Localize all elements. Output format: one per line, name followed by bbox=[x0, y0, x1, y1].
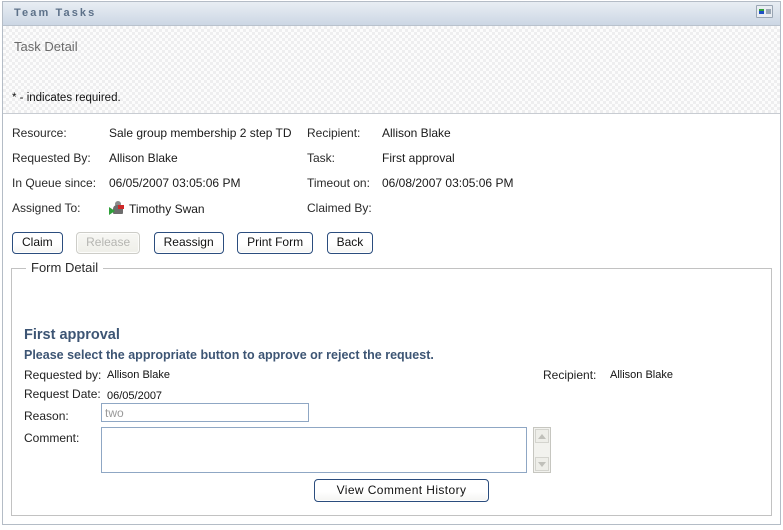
user-assigned-icon-arrow bbox=[109, 207, 115, 215]
requested-by-label: Requested By: bbox=[12, 151, 91, 165]
task-detail-grid: Resource: Sale group membership 2 step T… bbox=[3, 114, 780, 230]
history-button-row: View Comment History bbox=[12, 479, 771, 502]
recipient-label: Recipient: bbox=[307, 126, 360, 140]
task-action-bar: Claim Release Reassign Print Form Back bbox=[3, 230, 780, 262]
scroll-up-arrow-icon[interactable] bbox=[535, 429, 549, 443]
restore-window-icon[interactable] bbox=[756, 5, 773, 18]
assigned-to-value: Timothy Swan bbox=[129, 202, 205, 216]
required-note: * - indicates required. bbox=[12, 92, 121, 104]
comment-scrollbar[interactable] bbox=[533, 427, 551, 473]
task-detail-header: Task Detail * - indicates required. bbox=[3, 26, 780, 114]
form-recipient-value: Allison Blake bbox=[610, 369, 673, 381]
form-request-date-value: 06/05/2007 bbox=[107, 390, 162, 402]
timeout-on-value: 06/08/2007 03:05:06 PM bbox=[382, 176, 513, 190]
print-form-button[interactable]: Print Form bbox=[237, 232, 313, 254]
timeout-on-label: Timeout on: bbox=[307, 176, 370, 190]
form-requested-by-label: Requested by: bbox=[24, 368, 101, 382]
in-queue-since-label: In Queue since: bbox=[12, 176, 96, 190]
portlet-title: Team Tasks bbox=[14, 7, 96, 19]
restore-window-icon-block-right bbox=[766, 9, 771, 14]
detail-row: In Queue since: 06/05/2007 03:05:06 PM T… bbox=[3, 176, 780, 201]
release-button: Release bbox=[76, 232, 140, 254]
task-value: First approval bbox=[382, 151, 455, 165]
recipient-value: Allison Blake bbox=[382, 126, 451, 140]
page-title: Task Detail bbox=[14, 39, 78, 54]
form-requested-by-value: Allison Blake bbox=[107, 369, 170, 381]
detail-row: Resource: Sale group membership 2 step T… bbox=[3, 126, 780, 151]
app-root: Team Tasks Task Detail * - indicates req… bbox=[0, 0, 783, 530]
assigned-to-label: Assigned To: bbox=[12, 201, 81, 215]
reason-input[interactable] bbox=[101, 403, 309, 422]
task-label: Task: bbox=[307, 151, 335, 165]
resource-label: Resource: bbox=[12, 126, 67, 140]
scroll-down-triangle bbox=[538, 462, 546, 467]
detail-row: Assigned To: Timothy Swan Claimed By: bbox=[3, 201, 780, 226]
form-recipient-label: Recipient: bbox=[543, 368, 596, 382]
in-queue-since-value: 06/05/2007 03:05:06 PM bbox=[109, 176, 240, 190]
form-detail-body: First approval Please select the appropr… bbox=[12, 269, 771, 515]
claimed-by-label: Claimed By: bbox=[307, 201, 372, 215]
portlet-titlebar: Team Tasks bbox=[3, 2, 780, 26]
back-button[interactable]: Back bbox=[327, 232, 374, 254]
detail-row: Requested By: Allison Blake Task: First … bbox=[3, 151, 780, 176]
team-tasks-portlet: Team Tasks Task Detail * - indicates req… bbox=[2, 1, 781, 525]
scroll-down-arrow-icon[interactable] bbox=[535, 457, 549, 471]
view-comment-history-button[interactable]: View Comment History bbox=[314, 479, 490, 502]
reassign-button[interactable]: Reassign bbox=[154, 232, 224, 254]
reason-label: Reason: bbox=[24, 409, 69, 423]
assigned-to-cell: Timothy Swan bbox=[109, 201, 205, 219]
form-heading: First approval bbox=[24, 327, 120, 343]
requested-by-value: Allison Blake bbox=[109, 151, 178, 165]
comment-label: Comment: bbox=[24, 431, 79, 445]
scroll-up-triangle bbox=[538, 434, 546, 439]
restore-window-icon-block-left bbox=[759, 9, 764, 14]
user-assigned-icon bbox=[109, 201, 125, 216]
claim-button[interactable]: Claim bbox=[12, 232, 63, 254]
user-assigned-icon-badge bbox=[118, 205, 124, 209]
resource-value: Sale group membership 2 step TD bbox=[109, 126, 292, 140]
titlebar-icon-group bbox=[756, 5, 773, 18]
form-detail-fieldset: Form Detail First approval Please select… bbox=[11, 268, 772, 516]
assignee: Timothy Swan bbox=[109, 201, 205, 216]
comment-textarea[interactable] bbox=[101, 427, 527, 473]
form-instruction: Please select the appropriate button to … bbox=[24, 348, 434, 362]
form-request-date-label: Request Date: bbox=[24, 387, 101, 401]
comment-field-group bbox=[101, 427, 551, 473]
